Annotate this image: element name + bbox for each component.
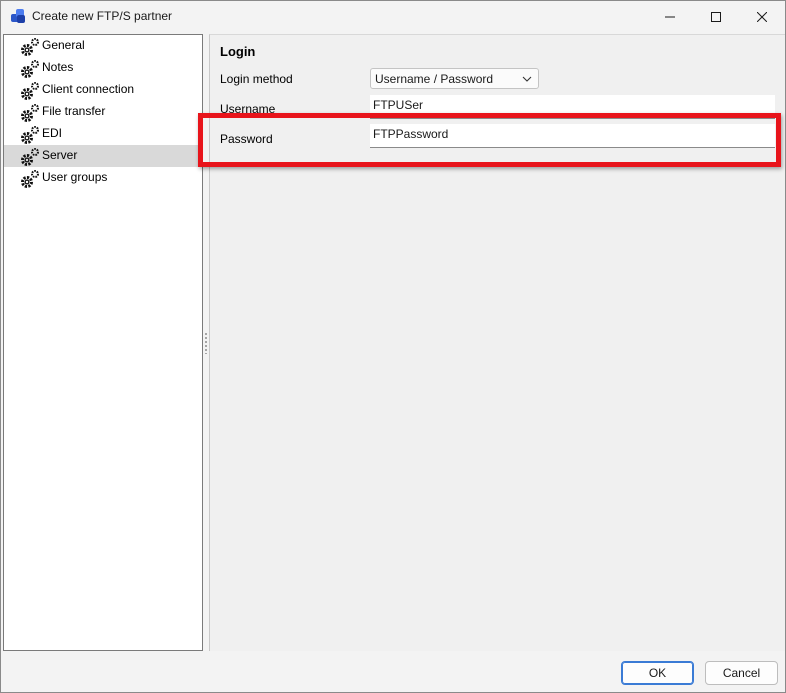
gear-icon bbox=[21, 60, 39, 78]
username-value: FTPUSer bbox=[373, 98, 424, 112]
title-bar: Create new FTP/S partner bbox=[1, 1, 785, 33]
tree-item-file-transfer[interactable]: File transfer bbox=[4, 101, 202, 123]
login-method-select[interactable]: Username / Password bbox=[370, 68, 539, 89]
tree-item-notes[interactable]: Notes bbox=[4, 57, 202, 79]
tree-item-label: EDI bbox=[42, 126, 63, 140]
maximize-button[interactable] bbox=[693, 1, 739, 32]
password-value: FTPPassword bbox=[373, 127, 449, 141]
close-icon bbox=[757, 11, 767, 22]
password-field[interactable]: FTPPassword bbox=[370, 124, 775, 148]
chevron-down-icon bbox=[522, 76, 532, 82]
ok-button[interactable]: OK bbox=[621, 661, 694, 685]
tree-item-label: Notes bbox=[42, 60, 74, 74]
tree-item-label: User groups bbox=[42, 170, 108, 184]
tree-item-edi[interactable]: EDI bbox=[4, 123, 202, 145]
settings-tree: General Notes Client connection File tra… bbox=[3, 34, 203, 651]
tree-item-label: Server bbox=[42, 148, 78, 162]
cancel-button[interactable]: Cancel bbox=[705, 661, 778, 685]
minimize-icon bbox=[665, 16, 675, 17]
login-method-value: Username / Password bbox=[375, 72, 494, 86]
tree-item-general[interactable]: General bbox=[4, 35, 202, 57]
tree-item-label: General bbox=[42, 38, 85, 52]
gear-icon bbox=[21, 38, 39, 56]
splitter-grip-icon bbox=[205, 332, 207, 354]
gear-icon bbox=[21, 82, 39, 100]
password-label: Password bbox=[220, 132, 273, 146]
tree-item-user-groups[interactable]: User groups bbox=[4, 167, 202, 189]
username-label: Username bbox=[220, 102, 276, 116]
tree-item-server[interactable]: Server bbox=[4, 145, 202, 167]
maximize-icon bbox=[711, 11, 721, 22]
tree-item-client-connection[interactable]: Client connection bbox=[4, 79, 202, 101]
username-field[interactable]: FTPUSer bbox=[370, 95, 775, 119]
minimize-button[interactable] bbox=[647, 1, 693, 32]
section-title: Login bbox=[220, 44, 256, 59]
close-button[interactable] bbox=[739, 1, 785, 32]
tree-item-label: File transfer bbox=[42, 104, 106, 118]
gear-icon bbox=[21, 104, 39, 122]
tree-item-label: Client connection bbox=[42, 82, 135, 96]
app-logo-icon bbox=[11, 9, 25, 23]
login-method-label: Login method bbox=[220, 72, 293, 86]
settings-content-panel: Login Login method Username / Password U… bbox=[209, 34, 785, 651]
window-title: Create new FTP/S partner bbox=[32, 9, 173, 23]
dialog-window: Create new FTP/S partner General Notes C… bbox=[0, 0, 786, 693]
gear-icon bbox=[21, 148, 39, 166]
gear-icon bbox=[21, 126, 39, 144]
gear-icon bbox=[21, 170, 39, 188]
